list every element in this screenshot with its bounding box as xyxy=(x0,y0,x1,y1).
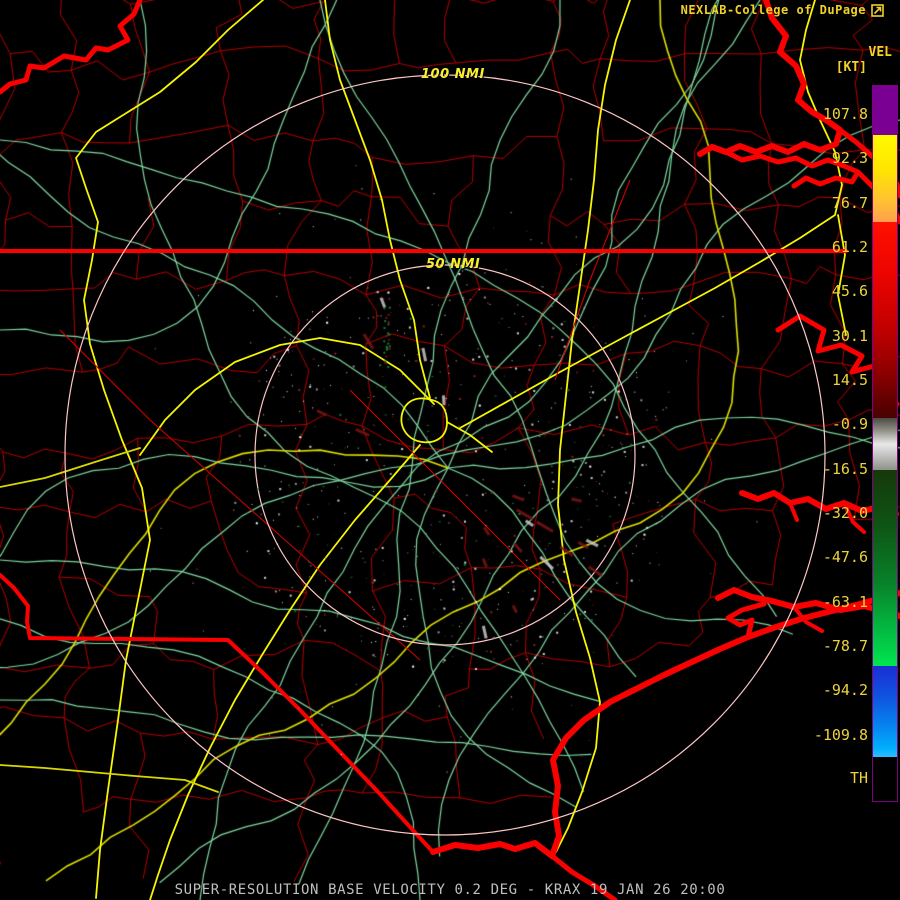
scale-tick-label: -32.0 xyxy=(822,504,868,522)
scale-tick-label: 107.8 xyxy=(822,105,868,123)
brand-text: NEXLAB-College of DuPage xyxy=(680,3,866,17)
scale-tick-label: -0.9 xyxy=(831,415,868,433)
scale-threshold-label: TH xyxy=(849,769,868,787)
scale-tick-label: 92.3 xyxy=(831,149,868,167)
scale-units: [KT] xyxy=(835,60,867,75)
external-link-icon xyxy=(871,3,884,17)
range-ring-label-50nmi: 50 NMI xyxy=(426,257,481,272)
scale-tick-label: -47.6 xyxy=(822,548,868,566)
radar-viewport: 100 NMI 50 NMI NEXLAB-College of DuPage … xyxy=(0,0,900,900)
colorbar-segment-green xyxy=(873,470,897,666)
scale-tick-label: -94.2 xyxy=(822,681,868,699)
colorbar-segment-blue xyxy=(873,666,897,757)
scale-tick-label: 30.1 xyxy=(831,327,868,345)
velocity-echoes-canvas xyxy=(0,0,900,900)
brand-watermark: NEXLAB-College of DuPage xyxy=(681,3,884,17)
colorbar-segment-yellow xyxy=(873,135,897,222)
range-ring-label-100nmi: 100 NMI xyxy=(421,67,485,82)
colorbar-segment-red xyxy=(873,222,897,418)
scale-tick-label: 76.7 xyxy=(831,194,868,212)
scale-tick-label: 14.5 xyxy=(831,371,868,389)
colorbar-segment-blank xyxy=(873,757,897,799)
scale-tick-label: -109.8 xyxy=(813,726,868,744)
scale-tick-label: 45.6 xyxy=(831,282,868,300)
scale-tick-label: -63.1 xyxy=(822,593,868,611)
product-title: SUPER-RESOLUTION BASE VELOCITY 0.2 DEG -… xyxy=(174,882,726,898)
colorbar-segment-rf xyxy=(873,86,897,135)
scale-tick-label: -78.7 xyxy=(822,637,868,655)
scale-tick-label: -16.5 xyxy=(822,460,868,478)
scale-tick-label: 61.2 xyxy=(831,238,868,256)
colorbar-segment-gray xyxy=(873,418,897,470)
velocity-colorbar xyxy=(872,85,898,802)
scale-title: VEL xyxy=(868,45,892,60)
